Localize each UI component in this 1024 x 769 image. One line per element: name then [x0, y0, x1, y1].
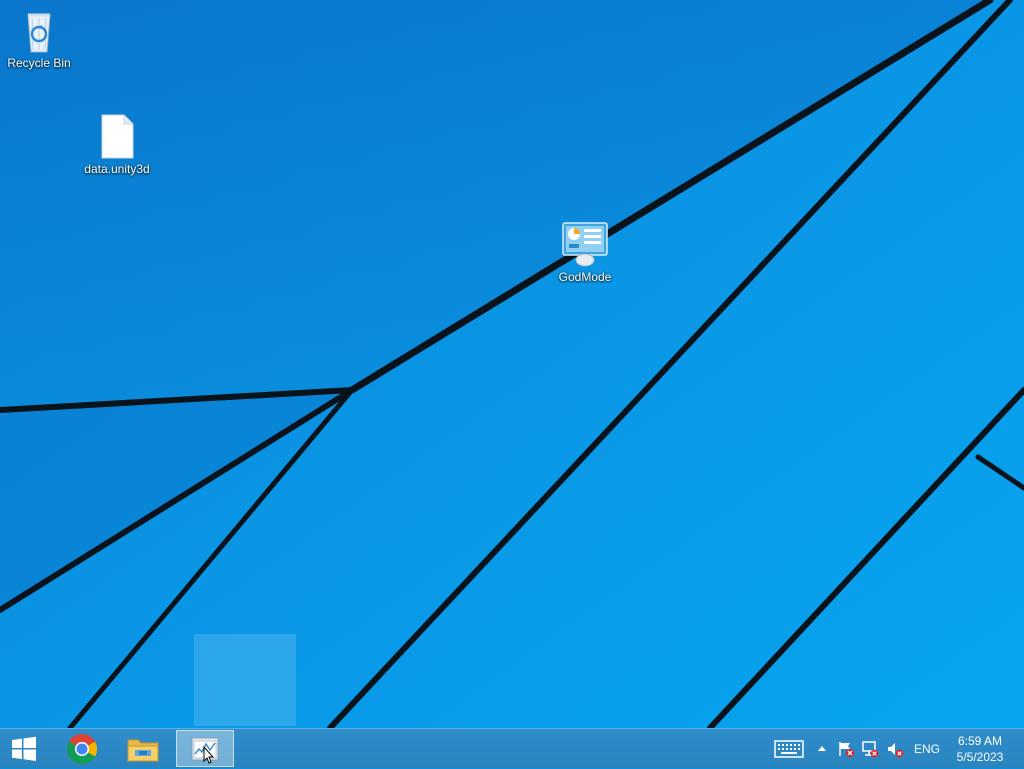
volume-muted-icon: [888, 743, 904, 758]
desktop-icon-label: GodMode: [558, 270, 612, 284]
chevron-up-icon: [818, 746, 826, 751]
taskbar: ENG 6:59 AM 5/5/2023: [0, 728, 1024, 768]
desktop-icon-data-unity3d[interactable]: data.unity3d: [79, 112, 155, 176]
volume-button[interactable]: [884, 729, 906, 769]
start-button[interactable]: [0, 730, 48, 767]
recycle-bin-icon: [27, 13, 51, 53]
touch-keyboard-icon: [774, 740, 804, 758]
network-status-button[interactable]: [860, 729, 880, 769]
desktop-icon-godmode[interactable]: GodMode: [547, 220, 623, 284]
chrome-icon: [66, 733, 98, 764]
taskbar-file-explorer-button[interactable]: [115, 730, 171, 767]
clock-date: 5/5/2023: [956, 750, 1004, 764]
task-manager-icon: [191, 737, 219, 764]
wallpaper: [0, 0, 1024, 728]
touch-keyboard-button[interactable]: [772, 729, 806, 769]
clock-time: 6:59 AM: [957, 734, 1003, 748]
blank-file-icon: [101, 114, 134, 159]
desktop-icon-label: Recycle Bin: [7, 56, 71, 70]
desktop[interactable]: Recycle Bin data.unity3d GodMode: [0, 0, 1024, 728]
taskbar-chrome-button[interactable]: [54, 730, 110, 767]
show-hidden-icons-button[interactable]: [814, 729, 830, 769]
input-language-indicator[interactable]: ENG: [910, 729, 944, 769]
control-panel-icon: [562, 222, 608, 267]
flag-error-icon: [839, 742, 854, 757]
windows-logo-icon: [12, 736, 36, 761]
system-clock[interactable]: 6:59 AM 5/5/2023: [950, 733, 1010, 765]
language-label: ENG: [913, 742, 940, 756]
folder-icon: [127, 739, 159, 761]
action-center-button[interactable]: [836, 729, 856, 769]
network-error-icon: [862, 741, 879, 758]
taskbar-task-manager-button[interactable]: [176, 730, 234, 767]
desktop-icon-label: data.unity3d: [84, 162, 150, 176]
taskbar-thumbnail-preview: [194, 634, 296, 726]
desktop-icon-recycle-bin[interactable]: Recycle Bin: [1, 6, 77, 70]
